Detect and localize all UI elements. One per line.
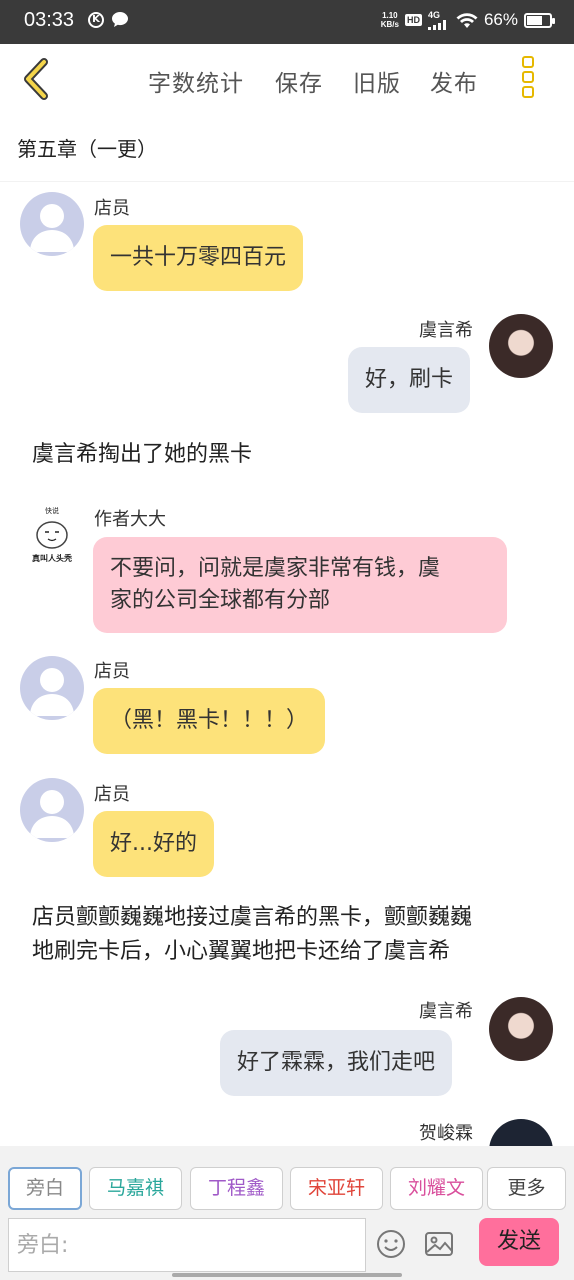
save-button[interactable]: 保存 — [275, 64, 323, 98]
message-input[interactable] — [9, 1219, 365, 1271]
signal-icon: 4G — [427, 9, 450, 30]
message-line: 不要问，问就是虞家非常有钱，虞 — [110, 556, 441, 581]
network-type: 4G — [427, 9, 440, 20]
message-icon — [112, 12, 128, 27]
battery-icon — [524, 12, 555, 28]
status-bar: 03:33 K 1.10 KB/s HD 4G 66% — [0, 0, 574, 44]
role-button-narration[interactable]: 旁白 — [8, 1167, 82, 1210]
avatar-clerk[interactable] — [20, 192, 84, 256]
top-toolbar: 字数统计 保存 旧版 发布 — [0, 44, 574, 116]
avatar-clerk[interactable] — [20, 656, 84, 720]
speaker-name: 贺峻霖 — [419, 1123, 473, 1144]
speaker-name: 店员 — [94, 198, 130, 219]
image-icon[interactable] — [423, 1228, 455, 1260]
word-count-button[interactable]: 字数统计 — [148, 64, 244, 98]
send-button[interactable]: 发送 — [479, 1218, 559, 1266]
net-speed: 1.10 KB/s — [381, 11, 399, 29]
role-button-song-yaxuan[interactable]: 宋亚轩 — [290, 1167, 383, 1210]
old-version-button[interactable]: 旧版 — [353, 64, 401, 98]
avatar-clerk[interactable] — [20, 778, 84, 842]
avatar-yu-yanxi[interactable] — [489, 314, 553, 378]
narration-line: 地刷完卡后，小心翼翼地把卡还给了虞言希 — [32, 939, 451, 964]
default-avatar-icon — [30, 668, 74, 716]
speaker-name: 虞言希 — [419, 320, 473, 341]
k-badge-icon: K — [88, 12, 104, 28]
publish-button[interactable]: 发布 — [430, 64, 478, 98]
emoji-icon[interactable] — [375, 1228, 407, 1260]
meme-caption-top: 快说 — [45, 507, 59, 515]
chapter-title: 第五章（一更） — [17, 137, 157, 161]
net-speed-unit: KB/s — [380, 20, 399, 29]
narration-text[interactable]: 虞言希掏出了她的黑卡 — [32, 438, 252, 472]
avatar-author[interactable]: 快说 真叫人头秃 — [20, 505, 84, 569]
message-bubble[interactable]: 好...好的 — [93, 811, 214, 877]
message-bubble[interactable]: 不要问，问就是虞家非常有钱，虞 家的公司全球都有分部 — [93, 537, 507, 633]
speaker-name: 店员 — [94, 661, 130, 682]
message-bubble[interactable]: （黑！黑卡！！！） — [93, 688, 326, 754]
speaker-name: 店员 — [94, 784, 130, 805]
meme-caption-bottom: 真叫人头秃 — [32, 554, 72, 563]
message-input-box[interactable] — [8, 1218, 366, 1272]
message-bubble[interactable]: 好，刷卡 — [348, 347, 471, 413]
message-line: 家的公司全球都有分部 — [110, 588, 331, 613]
status-right: 1.10 KB/s HD 4G 66% — [381, 9, 555, 30]
default-avatar-icon — [30, 790, 74, 838]
message-bubble[interactable]: 一共十万零四百元 — [93, 225, 304, 291]
net-speed-value: 1.10 — [382, 11, 398, 20]
default-avatar-icon — [30, 204, 74, 252]
role-button-liu-yaowen[interactable]: 刘耀文 — [390, 1167, 483, 1210]
signal-bars-icon — [427, 19, 446, 30]
narration-text[interactable]: 店员颤颤巍巍地接过虞言希的黑卡，颤颤巍巍 地刷完卡后，小心翼翼地把卡还给了虞言希 — [32, 901, 472, 969]
home-indicator[interactable] — [172, 1273, 402, 1277]
wifi-icon — [456, 12, 478, 28]
message-bubble[interactable]: 好了霖霖，我们走吧 — [220, 1030, 453, 1096]
divider — [0, 181, 574, 182]
narration-line: 店员颤颤巍巍地接过虞言希的黑卡，颤颤巍巍 — [32, 905, 473, 930]
role-button-more[interactable]: 更多 — [487, 1167, 566, 1210]
role-button-ding-chengxin[interactable]: 丁程鑫 — [190, 1167, 283, 1210]
more-options-icon[interactable] — [516, 56, 540, 104]
composer-panel: 旁白 马嘉祺 丁程鑫 宋亚轩 刘耀文 更多 发送 — [0, 1146, 574, 1280]
avatar-yu-yanxi[interactable] — [489, 997, 553, 1061]
hd-icon: HD — [404, 14, 422, 26]
back-arrow-icon[interactable] — [18, 56, 58, 102]
role-button-ma-jiaqi[interactable]: 马嘉祺 — [89, 1167, 182, 1210]
speaker-name: 虞言希 — [419, 1001, 473, 1022]
battery-fill — [527, 15, 542, 25]
battery-text: 66% — [483, 10, 518, 29]
status-time: 03:33 — [24, 9, 75, 31]
speaker-name: 作者大大 — [94, 509, 166, 530]
